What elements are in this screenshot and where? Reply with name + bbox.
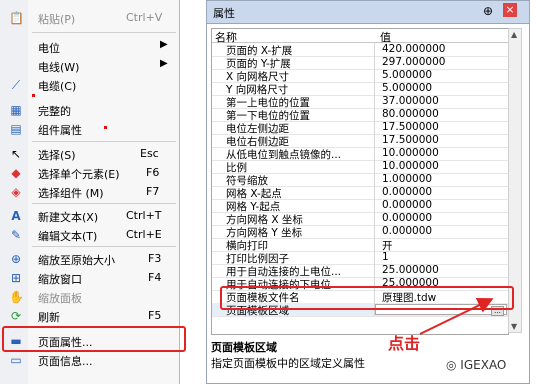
annotation-arrow (419, 298, 494, 335)
watermark-text: IGEXAO (460, 358, 507, 372)
watermark: ◎ IGEXAO (446, 358, 507, 372)
click-callout: 点击 (388, 334, 421, 353)
